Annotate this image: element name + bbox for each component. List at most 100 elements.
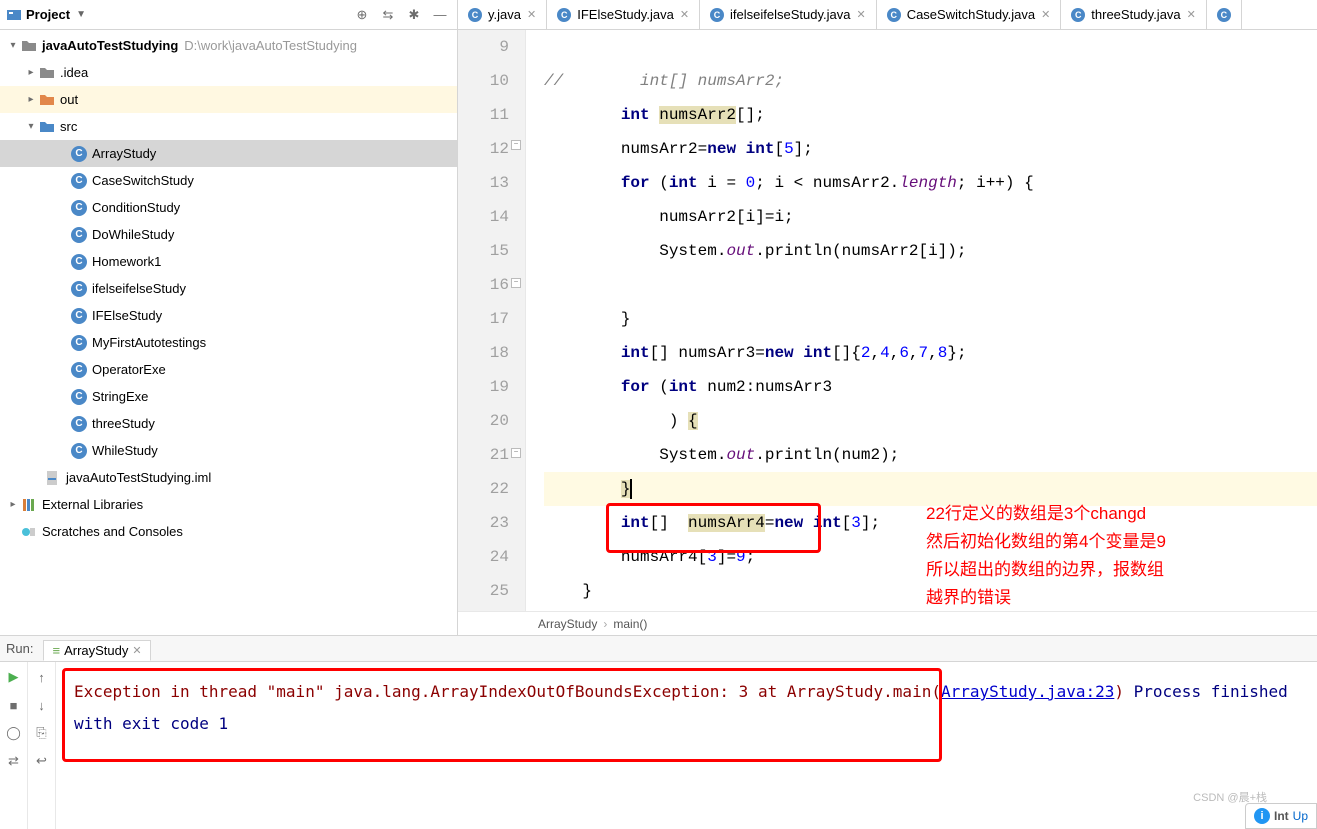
tree-class-IFElseStudy[interactable]: IFElseStudy — [0, 302, 457, 329]
chevron-down-icon: ▼ — [76, 9, 86, 20]
tree-iml[interactable]: javaAutoTestStudying.iml — [0, 464, 457, 491]
code-editor[interactable]: 910111213141516171819202122232425 − − − … — [458, 30, 1317, 611]
tab-threeStudy.java[interactable]: threeStudy.java✕ — [1061, 0, 1207, 29]
class-label: IFElseStudy — [92, 308, 162, 323]
tab-label: CaseSwitchStudy.java — [907, 7, 1035, 22]
editor-tabs[interactable]: y.java✕IFElseStudy.java✕ifelseifelseStud… — [458, 0, 1317, 30]
close-icon[interactable]: ✕ — [132, 644, 141, 657]
hide-button[interactable]: — — [429, 4, 451, 26]
settings-icon[interactable]: ✱ — [403, 4, 425, 26]
tree-class-MyFirstAutotestings[interactable]: MyFirstAutotestings — [0, 329, 457, 356]
line-number: 22 — [458, 472, 509, 506]
tab-overflow[interactable] — [1207, 0, 1242, 29]
run-button[interactable]: ▶ — [5, 668, 23, 686]
class-icon — [70, 361, 88, 379]
class-label: threeStudy — [92, 416, 155, 431]
tab-label: y.java — [488, 7, 521, 22]
scratches-label: Scratches and Consoles — [42, 524, 183, 539]
class-icon — [70, 307, 88, 325]
up-icon[interactable]: ↑ — [33, 668, 51, 686]
tab-ifelseifelseStudy.java[interactable]: ifelseifelseStudy.java ✕ — [700, 0, 877, 29]
source-link[interactable]: ArrayStudy.java:23 — [941, 682, 1114, 701]
tab-label: ifelseifelseStudy.java — [730, 7, 850, 22]
scratches-icon — [20, 523, 38, 541]
tree-folder-src[interactable]: ▾ src — [0, 113, 457, 140]
run-file-label: ArrayStudy — [64, 643, 128, 658]
class-label: OperatorExe — [92, 362, 166, 377]
breadcrumb[interactable]: ArrayStudy › main() — [458, 611, 1317, 635]
close-icon[interactable]: ✕ — [1041, 8, 1050, 21]
code-body[interactable]: // int[] numsArr2; int numsArr2[]; numsA… — [526, 30, 1317, 611]
file-label: javaAutoTestStudying.iml — [66, 470, 211, 485]
breadcrumb-item[interactable]: ArrayStudy — [538, 617, 597, 631]
highlight-box — [62, 668, 942, 762]
tree-class-OperatorExe[interactable]: OperatorExe — [0, 356, 457, 383]
update-link[interactable]: Up — [1293, 809, 1308, 823]
close-icon[interactable]: ✕ — [680, 8, 689, 21]
tab-CaseSwitchStudy.java[interactable]: CaseSwitchStudy.java ✕ — [877, 0, 1062, 29]
tree-class-DoWhileStudy[interactable]: DoWhileStudy — [0, 221, 457, 248]
line-number: 18 — [458, 336, 509, 370]
folder-label: src — [60, 119, 77, 134]
notification-popup[interactable]: i Int Up — [1245, 803, 1317, 829]
tree-class-CaseSwitchStudy[interactable]: CaseSwitchStudy — [0, 167, 457, 194]
target-button[interactable]: ⊕ — [351, 4, 373, 26]
fold-icon[interactable]: − — [511, 140, 521, 150]
project-tree[interactable]: ▾ javaAutoTestStudying D:\work\javaAutoT… — [0, 30, 457, 635]
camera-icon[interactable]: ◯ — [5, 724, 23, 742]
line-number: 10 — [458, 64, 509, 98]
tree-class-ConditionStudy[interactable]: ConditionStudy — [0, 194, 457, 221]
wrap-icon[interactable]: ↩ — [33, 752, 51, 770]
close-icon[interactable]: ✕ — [527, 8, 536, 21]
folder-label: out — [60, 92, 78, 107]
tab-label: IFElseStudy.java — [577, 7, 674, 22]
folder-label: .idea — [60, 65, 88, 80]
tree-root[interactable]: ▾ javaAutoTestStudying D:\work\javaAutoT… — [0, 32, 457, 59]
line-number: 24 — [458, 540, 509, 574]
project-dropdown[interactable]: Project — [26, 7, 70, 22]
info-icon: i — [1254, 808, 1270, 824]
line-number: 15 — [458, 234, 509, 268]
code-line: // int[] numsArr2; — [544, 72, 784, 90]
chevron-right-icon: ▸ — [6, 499, 20, 510]
gutter: 910111213141516171819202122232425 − − − — [458, 30, 526, 611]
module-icon — [20, 37, 38, 55]
layout-icon[interactable]: ⇄ — [5, 752, 23, 770]
class-icon — [70, 145, 88, 163]
fold-icon[interactable]: − — [511, 448, 521, 458]
stop-button[interactable]: ■ — [5, 696, 23, 714]
tree-class-ArrayStudy[interactable]: ArrayStudy — [0, 140, 457, 167]
project-panel: Project ▼ ⊕ ⇆ ✱ — ▾ javaAutoTestStudying… — [0, 0, 458, 635]
chevron-right-icon: ▸ — [24, 94, 38, 105]
class-label: ArrayStudy — [92, 146, 156, 161]
close-icon[interactable]: ✕ — [1187, 8, 1196, 21]
tree-class-WhileStudy[interactable]: WhileStudy — [0, 437, 457, 464]
fold-icon[interactable]: − — [511, 278, 521, 288]
class-icon — [70, 172, 88, 190]
folder-icon — [38, 91, 56, 109]
tab-y.java[interactable]: y.java ✕ — [458, 0, 547, 29]
tree-folder-idea[interactable]: ▸ .idea — [0, 59, 457, 86]
class-icon — [70, 226, 88, 244]
line-number: 23 — [458, 506, 509, 540]
tree-ext-lib[interactable]: ▸ External Libraries — [0, 491, 457, 518]
export-icon[interactable]: ⎘ — [33, 724, 51, 742]
class-label: MyFirstAutotestings — [92, 335, 206, 350]
tree-folder-out[interactable]: ▸ out — [0, 86, 457, 113]
down-icon[interactable]: ↓ — [33, 696, 51, 714]
run-tab[interactable]: ≡ ArrayStudy ✕ — [43, 640, 150, 661]
breadcrumb-item[interactable]: main() — [613, 617, 647, 631]
class-icon — [710, 8, 724, 22]
expand-button[interactable]: ⇆ — [377, 4, 399, 26]
class-icon — [70, 280, 88, 298]
tree-class-threeStudy[interactable]: threeStudy — [0, 410, 457, 437]
tree-class-ifelseifelseStudy[interactable]: ifelseifelseStudy — [0, 275, 457, 302]
ext-lib-label: External Libraries — [42, 497, 143, 512]
close-icon[interactable]: ✕ — [856, 8, 865, 21]
tree-scratches[interactable]: Scratches and Consoles — [0, 518, 457, 545]
chevron-right-icon: ▸ — [24, 67, 38, 78]
tree-class-StringExe[interactable]: StringExe — [0, 383, 457, 410]
tab-IFElseStudy.java[interactable]: IFElseStudy.java ✕ — [547, 0, 700, 29]
tree-class-Homework1[interactable]: Homework1 — [0, 248, 457, 275]
console-output[interactable]: Exception in thread "main" java.lang.Arr… — [56, 662, 1317, 829]
